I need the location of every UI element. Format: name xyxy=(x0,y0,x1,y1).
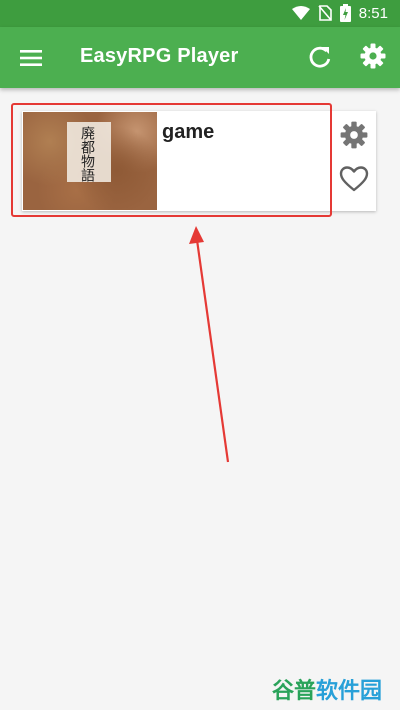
status-time: 8:51 xyxy=(358,4,388,22)
game-settings-gear-icon[interactable] xyxy=(339,120,369,150)
app-title: EasyRPG Player xyxy=(80,45,239,67)
watermark-logo: 谷普 软件园 xyxy=(272,673,382,705)
highlight-box xyxy=(11,103,332,217)
refresh-icon[interactable] xyxy=(306,43,334,71)
no-sim-icon xyxy=(318,5,332,21)
menu-icon[interactable] xyxy=(18,45,44,71)
settings-gear-icon[interactable] xyxy=(359,42,387,70)
watermark-part2: 软件园 xyxy=(316,679,383,704)
wifi-icon xyxy=(291,6,310,20)
status-bar: 8:51 xyxy=(0,0,400,27)
battery-charging-icon xyxy=(339,4,351,22)
watermark-part1: 谷普 xyxy=(272,679,317,704)
app-bar: EasyRPG Player xyxy=(0,27,400,88)
favorite-heart-icon[interactable] xyxy=(338,163,370,195)
